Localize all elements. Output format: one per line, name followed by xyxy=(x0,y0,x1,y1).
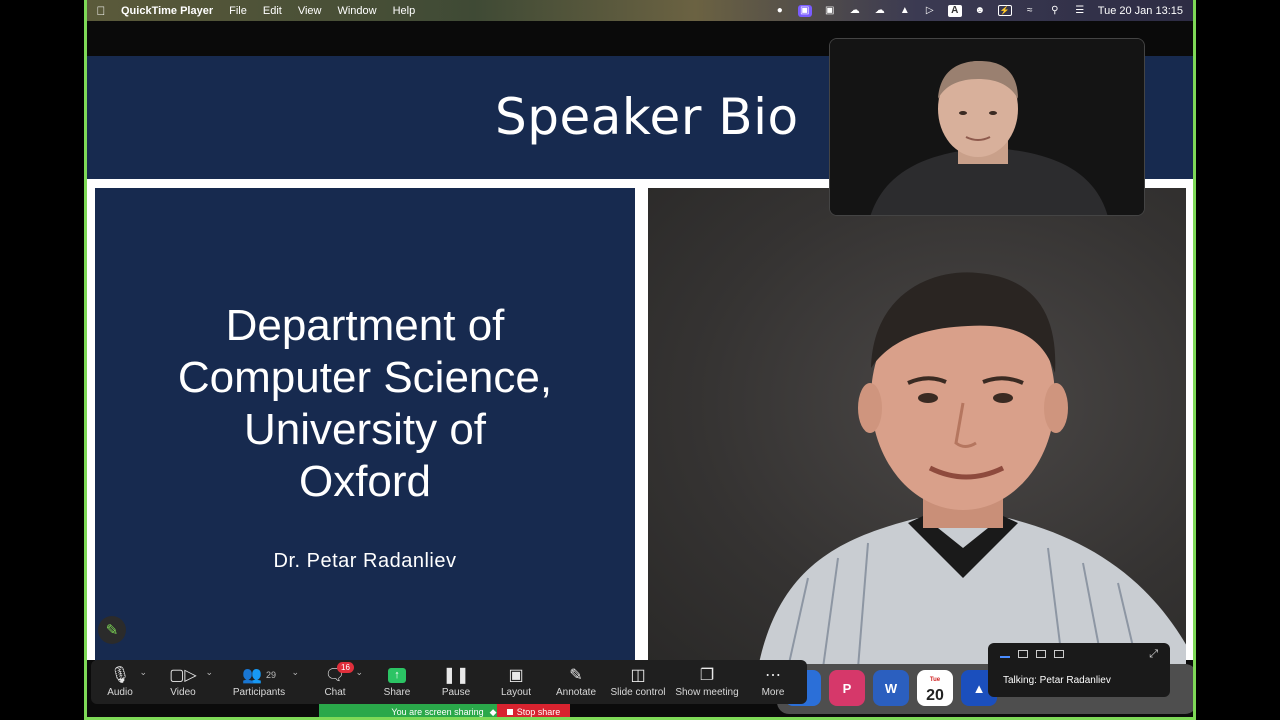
slide-text-panel: Department of Computer Science, Universi… xyxy=(95,188,635,664)
pause-label: Pause xyxy=(441,687,471,698)
meeting-toolbar: 🎙 Audio ⌄ ▢▷ Video ⌄ 👥 29 Participants ⌄ … xyxy=(91,660,807,704)
video-button[interactable]: ▢▷ Video ⌄ xyxy=(149,660,217,698)
layout-icon: ▣ xyxy=(508,667,524,684)
slide-title: Speaker Bio xyxy=(495,88,799,146)
slide-control-button[interactable]: ◫ Slide control xyxy=(607,660,669,698)
calendar-icon[interactable]: Tue 20 xyxy=(917,670,953,706)
talking-indicator-panel[interactable]: ⤢ Talking: Petar Radanliev xyxy=(988,643,1170,697)
menu-app-name[interactable]: QuickTime Player xyxy=(115,5,221,17)
thumbnail-view-icon[interactable] xyxy=(1018,650,1028,658)
powerpoint-icon[interactable]: P xyxy=(829,670,865,706)
speaker-photo xyxy=(648,188,1186,664)
layout-label: Layout xyxy=(500,687,532,698)
share-button[interactable]: ↑ Share xyxy=(369,660,425,698)
battery-icon[interactable]: ⚡ xyxy=(997,5,1012,16)
speaker-portrait-image xyxy=(758,272,1186,664)
cloud-icon[interactable]: ☁ xyxy=(873,5,887,17)
shared-screen:  QuickTime Player File Edit View Window… xyxy=(84,0,1196,720)
sharing-status-text: You are screen sharing xyxy=(391,707,484,717)
show-meeting-button[interactable]: ❐ Show meeting xyxy=(669,660,745,698)
annotate-label: Annotate xyxy=(555,687,597,698)
calendar-day: 20 xyxy=(926,687,944,704)
pause-button[interactable]: ❚❚ Pause xyxy=(425,660,487,698)
participants-icon: 👥 29 xyxy=(242,667,276,684)
stage:  QuickTime Player File Edit View Window… xyxy=(0,0,1280,720)
grid-view-icon[interactable] xyxy=(1054,650,1064,658)
department-line: University of xyxy=(243,405,487,454)
annotate-pen-icon: ✎ xyxy=(569,667,583,684)
cloud-sync-icon[interactable]: ☁ xyxy=(848,5,862,17)
play-icon[interactable]: ▷ xyxy=(923,5,937,17)
menu-bar:  QuickTime Player File Edit View Window… xyxy=(87,0,1193,21)
participants-label: Participants xyxy=(232,687,286,698)
chevron-down-icon[interactable]: ⌄ xyxy=(355,667,363,678)
video-camera-icon: ▢▷ xyxy=(169,667,197,684)
talking-text: Talking: Petar Radanliev xyxy=(1003,675,1111,686)
audio-button[interactable]: 🎙 Audio ⌄ xyxy=(91,660,149,698)
user-icon[interactable]: ☻ xyxy=(973,5,987,17)
annotate-button[interactable]: ✎ Annotate xyxy=(545,660,607,698)
more-button[interactable]: ⋯ More xyxy=(745,660,801,698)
show-meeting-icon: ❐ xyxy=(699,667,715,684)
participants-button[interactable]: 👥 29 Participants ⌄ xyxy=(217,660,301,698)
speaker-view-icon[interactable] xyxy=(1000,650,1010,658)
chat-label: Chat xyxy=(324,687,346,698)
share-label: Share xyxy=(383,687,411,698)
control-center-icon[interactable]: ☰ xyxy=(1073,5,1087,17)
screen-share-icon[interactable]: ▣ xyxy=(797,4,812,17)
menu-window[interactable]: Window xyxy=(329,5,384,17)
video-label: Video xyxy=(170,687,196,698)
menu-view[interactable]: View xyxy=(290,5,330,17)
menu-edit[interactable]: Edit xyxy=(255,5,290,17)
camera-feed-image xyxy=(830,39,1144,215)
chevron-down-icon[interactable]: ⌄ xyxy=(205,667,213,678)
stop-share-label: Stop share xyxy=(516,707,561,717)
layout-button[interactable]: ▣ Layout xyxy=(487,660,545,698)
apple-icon[interactable]:  xyxy=(87,4,115,18)
department-line: Computer Science, xyxy=(177,353,553,402)
chevron-down-icon[interactable]: ⌄ xyxy=(291,667,299,678)
chevron-down-icon[interactable]: ⌄ xyxy=(139,667,147,678)
annotation-pencil-icon[interactable]: ✎ xyxy=(98,616,126,644)
calendar-month: Tue xyxy=(929,677,941,683)
text-input-icon[interactable]: A xyxy=(947,4,962,17)
stop-share-button[interactable]: Stop share xyxy=(497,704,570,717)
slide-control-icon: ◫ xyxy=(630,667,646,684)
microphone-icon: 🎙 xyxy=(109,667,131,684)
menu-clock[interactable]: Tue 20 Jan 13:15 xyxy=(1098,5,1183,17)
more-icon: ⋯ xyxy=(765,667,781,684)
record-icon[interactable]: ● xyxy=(773,5,787,17)
more-label: More xyxy=(761,687,785,698)
expand-icon[interactable]: ⤢ xyxy=(1149,648,1158,661)
mountain-icon[interactable]: ▲ xyxy=(898,5,912,17)
pause-icon: ❚❚ xyxy=(442,667,470,684)
view-switcher xyxy=(1000,650,1064,658)
word-icon[interactable]: W xyxy=(873,670,909,706)
menu-file[interactable]: File xyxy=(221,5,255,17)
search-icon[interactable]: ⚲ xyxy=(1048,5,1062,17)
slide-control-label: Slide control xyxy=(610,687,666,698)
participants-count: 29 xyxy=(265,670,276,680)
camera-icon[interactable]: ▣ xyxy=(823,5,837,17)
stop-icon xyxy=(506,709,513,715)
menu-help[interactable]: Help xyxy=(385,5,424,17)
department-line: Oxford xyxy=(298,457,432,506)
shield-icon: ◆ xyxy=(489,706,497,717)
department-text: Department of Computer Science, Universi… xyxy=(95,300,635,508)
department-line: Department of xyxy=(225,301,505,350)
wifi-icon[interactable]: ≈ xyxy=(1023,5,1037,17)
show-meeting-label: Show meeting xyxy=(675,687,739,698)
audio-label: Audio xyxy=(107,687,133,698)
menu-bar-extras: ● ▣ ▣ ☁ ☁ ▲ ▷ A ☻ ⚡ ≈ ⚲ ☰ Tue 20 Jan 13:… xyxy=(773,4,1193,17)
chat-badge: 16 xyxy=(337,662,354,673)
share-arrow-icon: ↑ xyxy=(388,667,406,683)
strip-view-icon[interactable] xyxy=(1036,650,1046,658)
chat-button[interactable]: 🗨 16 Chat ⌄ xyxy=(301,660,369,698)
self-video-view[interactable] xyxy=(829,38,1145,216)
speaker-name: Dr. Petar Radanliev xyxy=(273,550,457,572)
